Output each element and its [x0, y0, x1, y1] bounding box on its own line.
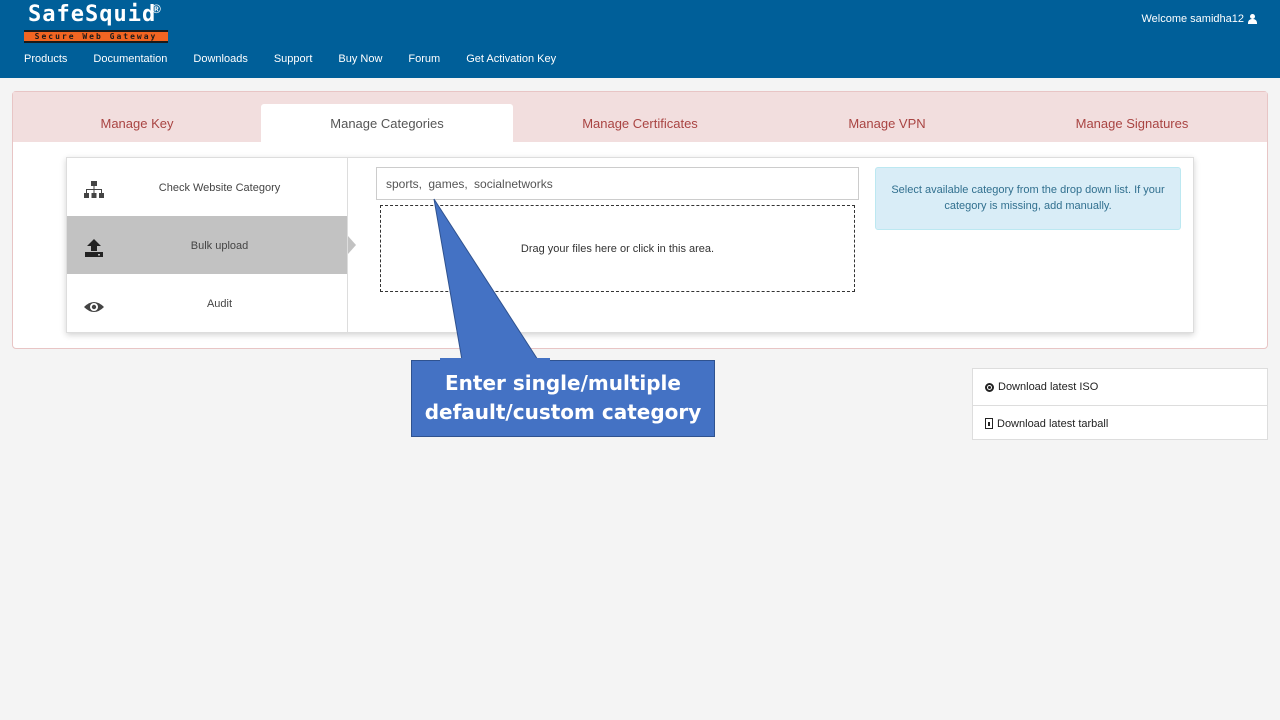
eye-icon [84, 302, 104, 312]
nav-downloads[interactable]: Downloads [193, 53, 247, 65]
category-input[interactable]: sports, games, socialnetworks [376, 167, 859, 200]
callout-text: Enter single/multiple default/custom cat… [412, 369, 714, 427]
disc-icon [985, 382, 994, 392]
sidebar-item-check-website-category[interactable]: Check Website Category [67, 158, 348, 216]
nav-documentation[interactable]: Documentation [93, 53, 167, 65]
top-header: SafeSquid ® Secure Web Gateway Welcome s… [0, 0, 1280, 78]
callout-line-1: Enter single/multiple [445, 371, 681, 395]
user-icon [1248, 14, 1257, 24]
logo-registered-mark: ® [152, 2, 161, 16]
nav-get-activation-key[interactable]: Get Activation Key [466, 53, 556, 65]
callout-line-2: default/custom category [424, 400, 702, 424]
download-tarball-label: Download latest tarball [997, 417, 1109, 430]
welcome-user[interactable]: Welcome samidha12 [1141, 13, 1257, 25]
file-archive-icon [985, 418, 993, 429]
upload-icon [85, 239, 103, 257]
nav-support[interactable]: Support [274, 53, 313, 65]
tab-manage-certificates[interactable]: Manage Certificates [513, 104, 767, 142]
nav-buy-now[interactable]: Buy Now [338, 53, 382, 65]
categories-card: Check Website Category Bulk upload Audit… [66, 157, 1194, 333]
manage-panel: Manage Key Manage Categories Manage Cert… [12, 91, 1268, 349]
logo-tagline: Secure Web Gateway [24, 30, 168, 43]
tab-manage-signatures[interactable]: Manage Signatures [1007, 104, 1257, 142]
download-tarball-link[interactable]: Download latest tarball [973, 405, 1267, 441]
tab-manage-key[interactable]: Manage Key [13, 104, 261, 142]
logo-text: SafeSquid [28, 2, 157, 27]
sidebar-item-bulk-upload[interactable]: Bulk upload [67, 216, 356, 274]
download-iso-label: Download latest ISO [998, 381, 1099, 393]
info-alert: Select available category from the drop … [875, 167, 1181, 230]
tab-manage-vpn[interactable]: Manage VPN [767, 104, 1007, 142]
download-iso-link[interactable]: Download latest ISO [973, 369, 1267, 405]
downloads-box: Download latest ISO Download latest tarb… [972, 368, 1268, 440]
sidebar-label-bulk-upload: Bulk upload [190, 240, 249, 252]
nav-products[interactable]: Products [24, 53, 67, 65]
sidebar-label-check-website-category: Check Website Category [158, 182, 281, 194]
tab-manage-categories[interactable]: Manage Categories [261, 104, 513, 142]
sidebar-item-audit[interactable]: Audit [67, 274, 348, 332]
safesquid-logo[interactable]: SafeSquid ® Secure Web Gateway [24, 2, 174, 44]
sidebar-label-audit: Audit [206, 298, 233, 310]
nav-forum[interactable]: Forum [408, 53, 440, 65]
tab-bar: Manage Key Manage Categories Manage Cert… [13, 92, 1267, 142]
main-nav: Products Documentation Downloads Support… [24, 53, 582, 65]
file-dropzone[interactable]: Drag your files here or click in this ar… [380, 205, 855, 292]
active-indicator-arrow [348, 236, 356, 254]
sitemap-icon [84, 181, 104, 198]
welcome-text: Welcome samidha12 [1141, 13, 1244, 25]
